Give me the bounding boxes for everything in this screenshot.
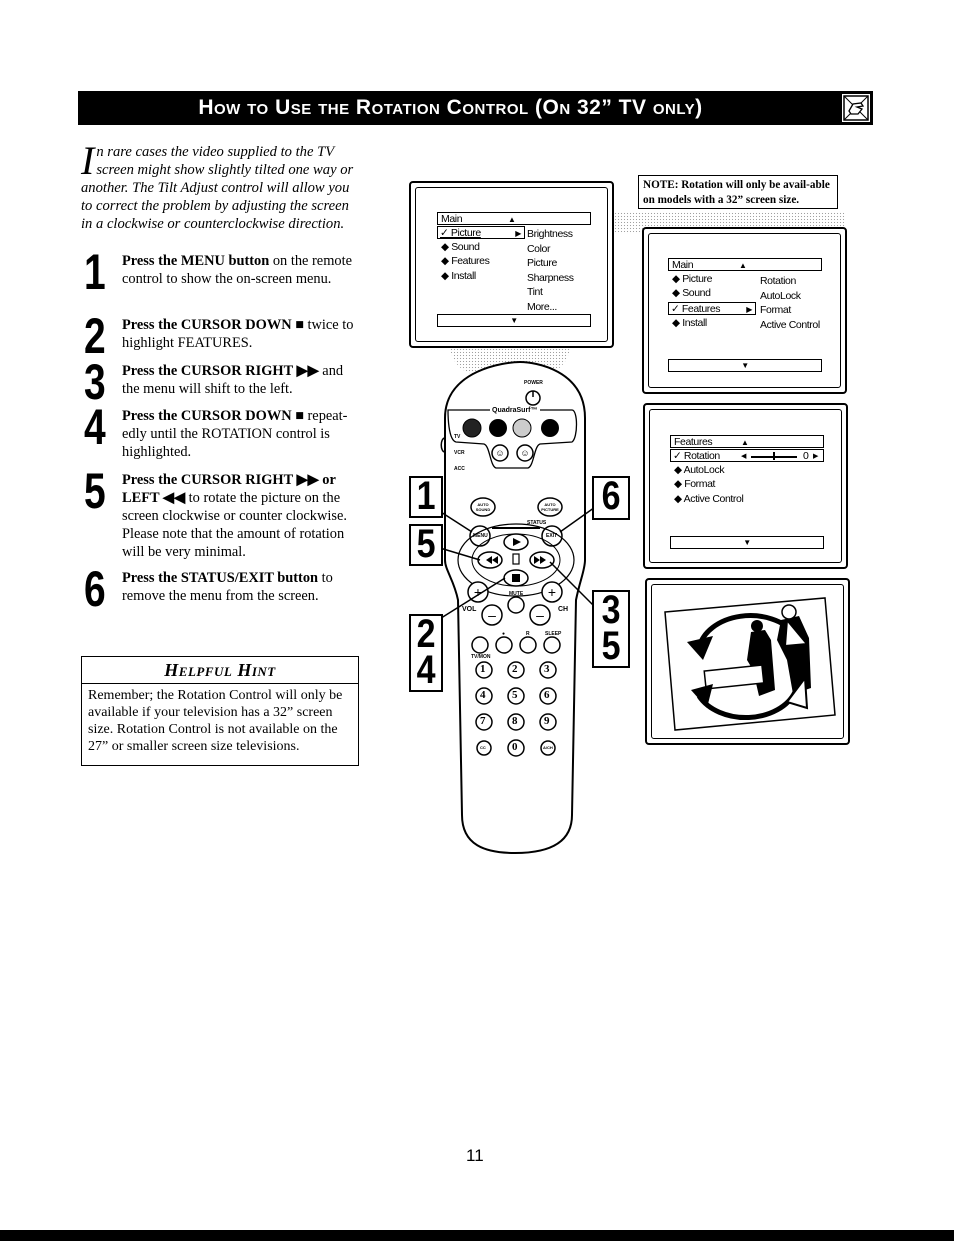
right-arrow-icon: ▶ [515,229,521,238]
menu-footer: ▼ [670,536,824,549]
menu-item-selected[interactable]: ✓ Picture ▶ [437,226,525,239]
digit-label: 4 [480,689,486,701]
digit-label: 0 [512,741,518,753]
submenu-item: Tint [527,286,543,298]
step-bold: Press the STATUS/EXIT button [122,570,319,586]
down-arrow-icon: ▼ [741,361,749,370]
tv-screen-rotation-menu: Features ▲ ✓ Rotation ◀ 0 ▶ ◆ AutoLock ◆… [643,403,848,569]
submenu-item: Active Control [760,318,820,331]
callout-steps-3-5: 35 [592,590,630,668]
digit-label: 6 [544,689,550,701]
rotated-picture-illustration [664,597,836,731]
submenu-item: AutoLock [760,289,801,302]
right-arrow-icon: ▶ [813,453,818,460]
helpful-hint-box: Helpful Hint Remember; the Rotation Cont… [81,656,359,766]
digit-label: 8 [512,715,518,727]
digit-label: 9 [544,715,550,727]
callout-step-1: 1 [409,476,443,518]
left-arrow-icon: ◀ [741,453,746,460]
submenu-item: Format [760,304,791,316]
menu-item[interactable]: ◆ Install [441,270,476,283]
submenu-item: Brightness [527,228,573,240]
down-arrow-icon: ▼ [510,316,518,325]
step-bold: Press the CURSOR DOWN ■ [122,408,304,424]
menu-item[interactable]: ◆ Format [674,478,715,491]
hint-title: Helpful Hint [82,657,358,684]
submenu-item: Color [527,242,551,255]
mode-tv-label: TV [454,434,461,440]
menu-item[interactable]: ◆ Active Control [674,493,744,506]
digit-label: 7 [480,715,486,727]
menu-item[interactable]: ◆ Sound [441,241,480,254]
menu-header: Features ▲ [670,435,824,448]
step-bold: Press the MENU button [122,253,270,269]
step-number: 1 [84,244,106,300]
ach-label: A/CH [543,745,553,750]
hint-body: Remember; the Rotation Control will only… [88,688,343,754]
rotation-control-row[interactable]: ✓ Rotation ◀ 0 ▶ [670,449,824,462]
submenu-item: Rotation [760,275,796,287]
digit-label: 5 [512,689,518,701]
submenu-item: More... [527,300,557,313]
bottom-bar [0,1230,954,1241]
rotation-slider-thumb[interactable] [773,452,775,460]
step-number: 3 [84,354,106,410]
up-arrow-icon: ▲ [741,438,749,447]
intro-paragraph: In rare cases the video supplied to the … [81,138,361,233]
menu-header: Main ▲ [668,258,822,271]
menu-item[interactable]: ◆ Install [672,317,707,330]
menu-item-selected[interactable]: ✓ Features ▶ [668,302,756,315]
step-number: 5 [84,463,106,519]
up-arrow-icon: ▲ [739,261,747,270]
right-arrow-icon: ▶ [746,305,752,314]
rotation-value: 0 [803,450,809,462]
callout-step-5: 5 [409,524,443,566]
step-bold: Press the CURSOR DOWN ■ [122,317,304,333]
power-label: POWER [524,380,543,386]
down-arrow-icon: ▼ [743,538,751,547]
submenu-item: Sharpness [527,271,574,284]
tv-screen-main-menu: Main ▲ ✓ Picture ▶ ◆ Sound ◆ Features ◆ … [409,181,614,348]
menu-footer: ▼ [668,359,822,372]
page-number: 11 [466,1146,484,1165]
submenu-item: Picture [527,257,557,269]
cc-label: CC [480,745,486,750]
remote-hand-icon [842,94,870,122]
menu-item[interactable]: ◆ Picture [672,273,712,286]
step-number: 6 [84,561,106,617]
up-arrow-icon: ▲ [508,215,516,224]
quadrasurf-label: QuadraSurf™ [490,407,540,414]
menu-item[interactable]: ◆ Sound [672,287,711,300]
note-box: NOTE: Rotation will only be avail-able o… [638,175,838,209]
mode-vcr-label: VCR [454,450,465,456]
tv-screen-rotated-picture [645,578,850,745]
menu-item[interactable]: ◆ AutoLock [674,464,725,477]
tv-screen-features-menu: Main ▲ ◆ Picture ◆ Sound ✓ Features ▶ ◆ … [642,227,847,394]
menu-footer: ▼ [437,314,591,327]
menu-header: Main ▲ [437,212,591,225]
title-bar: How to Use the Rotation Control (On 32” … [78,91,873,125]
page-title: How to Use the Rotation Control (On 32” … [198,96,703,119]
intro-text: n rare cases the video supplied to the T… [81,144,354,232]
step-number: 2 [84,308,106,364]
step-bold: Press the CURSOR RIGHT ▶▶ [122,363,319,379]
step-number: 4 [84,399,106,455]
callout-steps-2-4: 24 [409,614,443,692]
callout-step-6: 6 [592,476,630,520]
intro-dropcap: I [81,138,95,183]
menu-item[interactable]: ◆ Features [441,255,490,268]
